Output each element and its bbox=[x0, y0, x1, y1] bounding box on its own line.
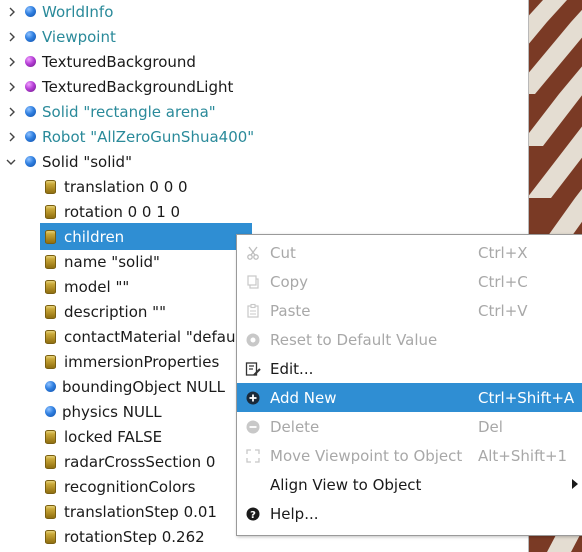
tree-node-label: TexturedBackgroundLight bbox=[42, 78, 234, 96]
menu-item-add-new[interactable]: Add New Ctrl+Shift+A bbox=[237, 383, 582, 412]
tree-node-label: Solid "rectangle arena" bbox=[42, 103, 216, 121]
proto-node-icon bbox=[25, 81, 36, 92]
chevron-right-icon[interactable] bbox=[7, 56, 17, 68]
field-icon bbox=[45, 205, 56, 219]
submenu-arrow-icon bbox=[572, 479, 578, 489]
node-icon bbox=[25, 6, 36, 17]
tree-field-label: children bbox=[64, 228, 125, 246]
tree-field-label: immersionProperties bbox=[64, 353, 220, 371]
chevron-right-icon[interactable] bbox=[7, 131, 17, 143]
menu-item-label: Reset to Default Value bbox=[270, 331, 438, 349]
node-icon bbox=[25, 156, 36, 167]
menu-item-label: Copy bbox=[270, 273, 309, 291]
proto-node-icon bbox=[25, 56, 36, 67]
menu-item-reset-default[interactable]: Reset to Default Value bbox=[237, 325, 582, 354]
delete-icon bbox=[246, 420, 260, 434]
tree-field-children[interactable]: children bbox=[40, 224, 252, 250]
move-viewpoint-icon bbox=[246, 449, 260, 463]
node-icon bbox=[45, 406, 56, 417]
node-icon bbox=[45, 381, 56, 392]
field-icon bbox=[45, 280, 56, 294]
paste-icon bbox=[247, 303, 259, 318]
tree-node-label: Robot "AllZeroGunShua400" bbox=[42, 128, 255, 146]
menu-item-shortcut: Del bbox=[478, 418, 503, 436]
tree-field-rotation[interactable]: rotation 0 0 1 0 bbox=[0, 200, 528, 225]
tree-field-label: physics NULL bbox=[62, 403, 162, 421]
context-menu: Cut Ctrl+X Copy Ctrl+C Paste Ctrl+V Rese… bbox=[236, 234, 582, 536]
menu-item-label: Move Viewpoint to Object bbox=[270, 447, 463, 465]
tree-field-label: translation 0 0 0 bbox=[64, 178, 188, 196]
menu-item-shortcut: Ctrl+X bbox=[478, 244, 528, 262]
menu-item-label: Help... bbox=[270, 505, 319, 523]
field-icon bbox=[45, 430, 56, 444]
menu-item-paste[interactable]: Paste Ctrl+V bbox=[237, 296, 582, 325]
tree-field-label: locked FALSE bbox=[64, 428, 163, 446]
chevron-right-icon[interactable] bbox=[7, 6, 17, 18]
menu-item-copy[interactable]: Copy Ctrl+C bbox=[237, 267, 582, 296]
tree-field-label: radarCrossSection 0 bbox=[64, 453, 216, 471]
tree-node-rectangle-arena[interactable]: Solid "rectangle arena" bbox=[0, 100, 528, 125]
menu-item-label: Cut bbox=[270, 244, 296, 262]
tree-node-label: WorldInfo bbox=[42, 3, 114, 21]
menu-item-delete[interactable]: Delete Del bbox=[237, 412, 582, 441]
menu-item-label: Add New bbox=[270, 389, 337, 407]
chevron-right-icon[interactable] bbox=[7, 31, 17, 43]
tree-field-label: rotationStep 0.262 bbox=[64, 528, 205, 546]
field-icon bbox=[45, 455, 56, 469]
menu-item-edit[interactable]: Edit... bbox=[237, 354, 582, 383]
add-icon bbox=[246, 391, 260, 405]
tree-field-label: contactMaterial "default" bbox=[64, 328, 253, 346]
tree-field-label: boundingObject NULL bbox=[62, 378, 225, 396]
node-icon bbox=[25, 131, 36, 142]
tree-field-translation[interactable]: translation 0 0 0 bbox=[0, 175, 528, 200]
menu-item-move-viewpoint[interactable]: Move Viewpoint to Object Alt+Shift+1 bbox=[237, 441, 582, 470]
field-icon bbox=[45, 180, 56, 194]
tree-field-label: recognitionColors bbox=[64, 478, 196, 496]
field-icon bbox=[45, 505, 56, 519]
menu-item-shortcut: Ctrl+V bbox=[478, 302, 528, 320]
tree-field-label: translationStep 0.01 bbox=[64, 503, 217, 521]
chevron-down-icon[interactable] bbox=[6, 156, 16, 168]
tree-field-label: name "solid" bbox=[64, 253, 160, 271]
tree-node-viewpoint[interactable]: Viewpoint bbox=[0, 25, 528, 50]
menu-item-help[interactable]: ? Help... bbox=[237, 499, 582, 528]
edit-icon bbox=[245, 362, 261, 376]
node-icon bbox=[25, 106, 36, 117]
menu-item-label: Paste bbox=[270, 302, 311, 320]
tree-node-label: Viewpoint bbox=[42, 28, 116, 46]
tree-node-texturedbackground[interactable]: TexturedBackground bbox=[0, 50, 528, 75]
field-icon bbox=[45, 480, 56, 494]
field-icon bbox=[45, 255, 56, 269]
help-icon: ? bbox=[246, 507, 260, 521]
menu-item-cut[interactable]: Cut Ctrl+X bbox=[237, 238, 582, 267]
field-icon bbox=[45, 330, 56, 344]
tree-node-robot[interactable]: Robot "AllZeroGunShua400" bbox=[0, 125, 528, 150]
tree-node-solid[interactable]: Solid "solid" bbox=[0, 150, 528, 175]
menu-item-align-view[interactable]: Align View to Object bbox=[237, 470, 582, 499]
tree-node-label: TexturedBackground bbox=[42, 53, 196, 71]
chevron-right-icon[interactable] bbox=[7, 106, 17, 118]
tree-field-label: rotation 0 0 1 0 bbox=[64, 203, 181, 221]
menu-item-label: Align View to Object bbox=[270, 476, 422, 494]
tree-field-label: model "" bbox=[64, 278, 130, 296]
menu-item-shortcut: Alt+Shift+1 bbox=[478, 447, 568, 465]
field-icon bbox=[45, 230, 56, 244]
scissors-icon bbox=[247, 246, 259, 260]
menu-item-shortcut: Ctrl+Shift+A bbox=[478, 389, 575, 407]
copy-icon bbox=[247, 275, 259, 289]
field-icon bbox=[45, 355, 56, 369]
field-icon bbox=[45, 305, 56, 319]
tree-field-label: description "" bbox=[64, 303, 166, 321]
tree-node-worldinfo[interactable]: WorldInfo bbox=[0, 0, 528, 25]
menu-item-label: Edit... bbox=[270, 360, 314, 378]
field-icon bbox=[45, 530, 56, 544]
chevron-right-icon[interactable] bbox=[7, 81, 17, 93]
tree-node-texturedbackgroundlight[interactable]: TexturedBackgroundLight bbox=[0, 75, 528, 100]
menu-item-label: Delete bbox=[270, 418, 320, 436]
menu-item-shortcut: Ctrl+C bbox=[478, 273, 528, 291]
reset-icon bbox=[246, 333, 260, 347]
node-icon bbox=[25, 31, 36, 42]
tree-node-label: Solid "solid" bbox=[42, 153, 132, 171]
svg-text:?: ? bbox=[250, 510, 256, 521]
